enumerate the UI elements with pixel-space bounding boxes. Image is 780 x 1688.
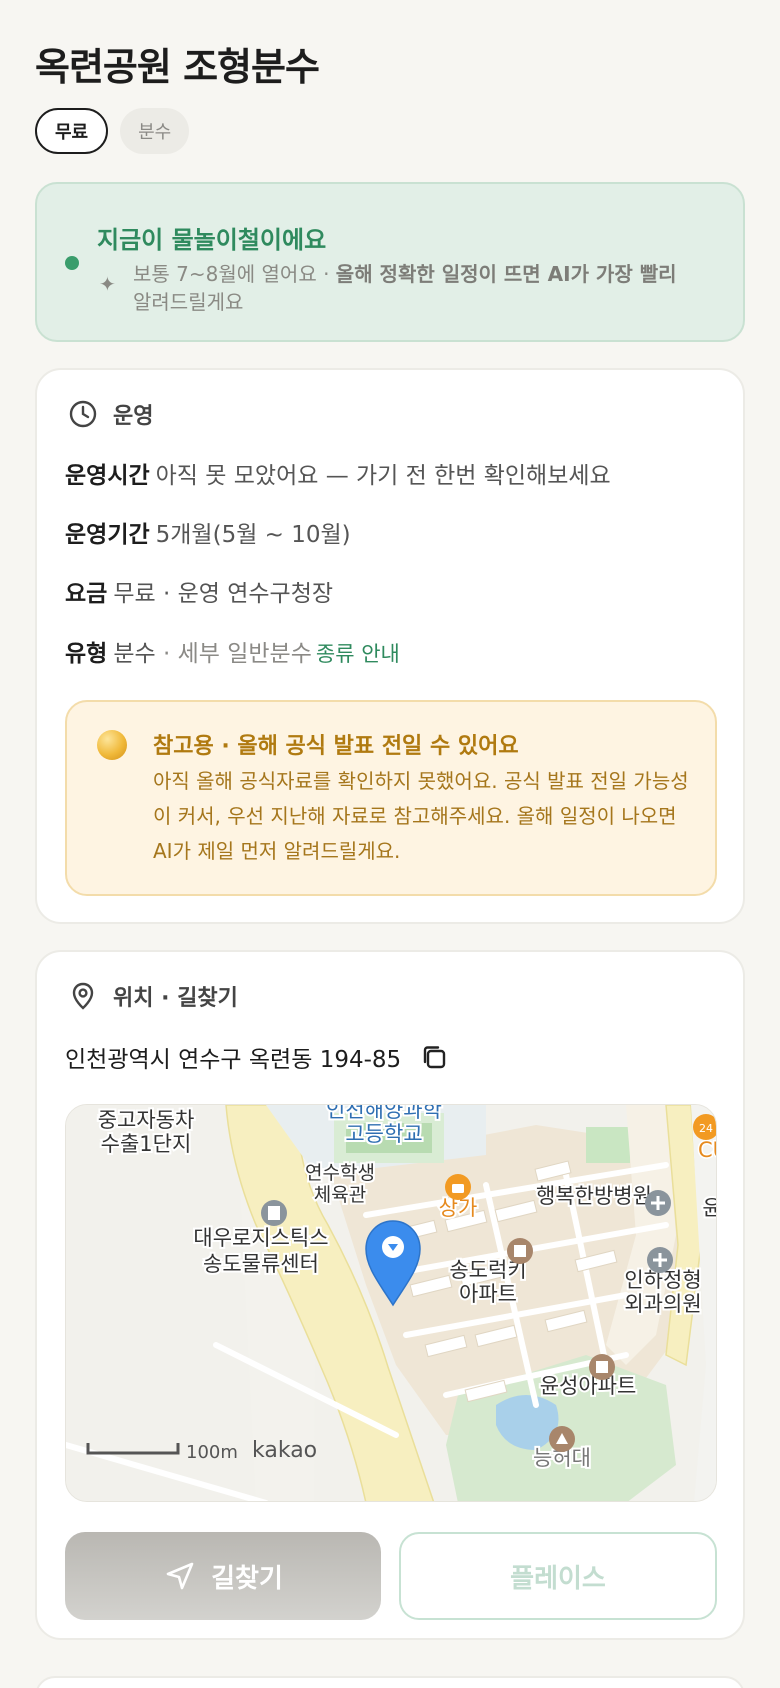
type-detail: · 세부 일반분수 — [155, 641, 312, 667]
shop-poi-icon — [445, 1174, 471, 1200]
operation-heading: 운영 — [113, 404, 154, 429]
season-desc-bold: 올해 정확한 일정이 뜨면 AI가 가장 빨리 — [335, 262, 677, 286]
hospital-poi-icon — [645, 1190, 671, 1216]
directions-label: 길찾기 — [211, 1563, 283, 1594]
map-label-cu: CU — [698, 1138, 717, 1162]
hours-row: 운영시간 아직 못 모았어요 — 가기 전 한번 확인해보세요 — [65, 456, 611, 490]
apartment-poi-icon — [507, 1238, 533, 1264]
address-text: 인천광역시 연수구 옥련동 194-85 — [65, 1047, 402, 1073]
tag-chips: 무료 분수 — [35, 108, 190, 154]
place-button[interactable]: 플레이스 — [399, 1532, 717, 1620]
map-label-edge: 윤 — [702, 1196, 717, 1220]
location-pin-icon — [72, 982, 94, 1010]
hours-label: 운영시간 — [65, 463, 150, 489]
building-poi-icon — [261, 1200, 287, 1226]
map-label-used-car-1: 중고자동차 — [98, 1108, 195, 1132]
operation-header: 운영 — [67, 398, 153, 430]
map-label-logistics-2: 송도물류센터 — [203, 1252, 319, 1276]
clinic-poi-icon — [647, 1247, 673, 1273]
next-section-card — [35, 1676, 745, 1688]
map-label-apt2: 윤성아파트 — [540, 1374, 637, 1398]
operation-card: 운영 운영시간 아직 못 모았어요 — 가기 전 한번 확인해보세요 운영기간 5개… — [35, 368, 745, 924]
copy-icon — [423, 1046, 446, 1069]
season-headline: 지금이 물놀이철이에요 — [97, 226, 327, 254]
map-scale-label: 100m — [186, 1442, 238, 1463]
map-view[interactable]: 중고자동차 수출1단지 대우로지스틱스 송도물류센터 송도럭키 아파트 행복한방… — [65, 1104, 717, 1502]
map-brand-logo: kakao — [252, 1438, 317, 1463]
chip-free[interactable]: 무료 — [35, 108, 109, 154]
sparkle-icon: ✦ — [99, 272, 116, 296]
map-label-gym-2: 체육관 — [314, 1184, 366, 1206]
chip-fountain[interactable]: 분수 — [120, 108, 190, 154]
season-description: 보통 7~8월에 열어요 · 올해 정확한 일정이 뜨면 AI가 가장 빨리알려… — [133, 260, 723, 316]
season-desc-light: 보통 7~8월에 열어요 · — [133, 262, 336, 286]
page-title: 옥련공원 조형분수 — [35, 45, 320, 89]
notice-body: 아직 올해 공식자료를 확인하지 못했어요. 공식 발표 전일 가능성이 커서,… — [153, 769, 689, 863]
location-heading: 위치 · 길찾기 — [113, 986, 238, 1011]
map-label-school-2: 고등학교 — [345, 1122, 422, 1146]
type-row: 유형 분수 · 세부 일반분수 종류 안내 — [65, 634, 400, 668]
period-row: 운영기간 5개월(5월 ~ 10월) — [65, 515, 351, 549]
place-label: 플레이스 — [510, 1563, 606, 1594]
map-label-ortho-2: 외과의원 — [624, 1292, 701, 1316]
copy-address-button[interactable] — [419, 1042, 449, 1072]
address-row: 인천광역시 연수구 옥련동 194-85 — [65, 1040, 449, 1074]
type-value: 분수 — [113, 641, 156, 667]
notice-title: 참고용 · 올해 공식 발표 전일 수 있어요 — [153, 734, 519, 759]
directions-button[interactable]: 길찾기 — [65, 1532, 381, 1620]
landmark-poi-icon — [549, 1426, 575, 1452]
period-label: 운영기간 — [65, 522, 150, 548]
moon-icon — [97, 730, 127, 760]
fee-label: 요금 — [65, 581, 108, 607]
fee-value: 무료 · 운영 연수구청장 — [113, 581, 334, 607]
map-label-used-car-2: 수출1단지 — [101, 1132, 192, 1156]
type-guide-link[interactable]: 종류 안내 — [316, 642, 400, 666]
map-label-apt1-2: 아파트 — [459, 1282, 517, 1306]
hours-value: 아직 못 모았어요 — 가기 전 한번 확인해보세요 — [155, 463, 611, 489]
location-header: 위치 · 길찾기 — [67, 980, 238, 1012]
fee-row: 요금 무료 · 운영 연수구청장 — [65, 574, 333, 608]
location-card: 위치 · 길찾기 인천광역시 연수구 옥련동 194-85 중고자동차 수출1단… — [35, 950, 745, 1640]
type-label: 유형 — [65, 641, 108, 667]
reference-notice: 참고용 · 올해 공식 발표 전일 수 있어요 아직 올해 공식자료를 확인하지… — [65, 700, 717, 896]
map-label-logistics-1: 대우로지스틱스 — [193, 1226, 328, 1250]
map-label-school-1: 인천해양과학 — [326, 1105, 442, 1122]
clock-icon — [69, 400, 97, 428]
season-desc-tail: 알려드릴게요 — [133, 290, 244, 314]
detail-page: 옥련공원 조형분수 무료 분수 지금이 물놀이철이에요 ✦ 보통 7~8월에 열… — [0, 0, 780, 1688]
map-canvas: 중고자동차 수출1단지 대우로지스틱스 송도물류센터 송도럭키 아파트 행복한방… — [66, 1105, 717, 1501]
map-label-clinic: 행복한방병원 — [536, 1184, 652, 1208]
navigation-arrow-icon — [166, 1562, 194, 1590]
map-label-gym-1: 연수학생 — [305, 1162, 375, 1184]
season-banner: 지금이 물놀이철이에요 ✦ 보통 7~8월에 열어요 · 올해 정확한 일정이 … — [35, 182, 745, 342]
period-value: 5개월(5월 ~ 10월) — [155, 522, 351, 548]
map-label-24: 24 — [699, 1122, 713, 1135]
apartment-poi-icon-2 — [589, 1354, 615, 1380]
status-dot — [65, 256, 79, 270]
